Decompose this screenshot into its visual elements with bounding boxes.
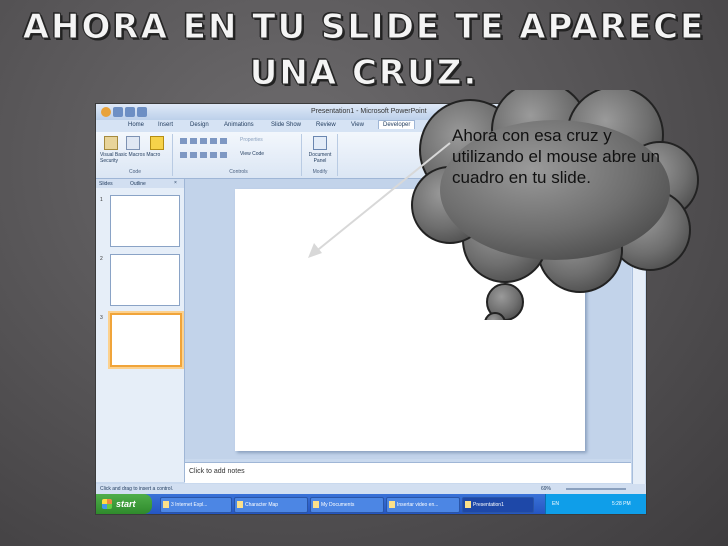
system-tray: EN 5:28 PM xyxy=(545,494,646,514)
tab-insert[interactable]: Insert xyxy=(158,122,173,128)
tab-view[interactable]: View xyxy=(351,122,364,128)
save-icon[interactable] xyxy=(113,107,123,117)
office-button-icon[interactable] xyxy=(101,107,111,117)
charmap-icon xyxy=(237,501,243,508)
windows-taskbar: start 3 Internet Expl... Character Map M… xyxy=(96,494,646,514)
taskbar-presentation1[interactable]: Presentation1 xyxy=(462,497,534,513)
undo-icon[interactable] xyxy=(125,107,135,117)
more-controls-icon[interactable] xyxy=(220,152,227,158)
notes-placeholder: Click to add notes xyxy=(189,468,245,475)
quick-access-toolbar[interactable] xyxy=(100,105,180,119)
folder-icon xyxy=(313,501,319,508)
slides-panel: Slides Outline × 1 2 3 xyxy=(96,179,185,482)
listbox-control-icon[interactable] xyxy=(220,138,227,144)
group-code: Visual Basic Macros Macro Security Code xyxy=(98,134,173,176)
properties-button[interactable]: Properties xyxy=(240,137,263,143)
group-controls-label: Controls xyxy=(229,169,248,175)
option-control-icon[interactable] xyxy=(190,152,197,158)
language-indicator[interactable]: EN xyxy=(552,501,559,507)
slide-thumbnail-3[interactable] xyxy=(110,313,182,367)
view-code-button[interactable]: View Code xyxy=(240,151,264,157)
panel-tabs: Slides Outline × xyxy=(96,179,184,188)
status-bar: Click and drag to insert a control. 69% xyxy=(96,484,646,494)
image-control-icon[interactable] xyxy=(210,138,217,144)
group-code-label: Code xyxy=(129,169,141,175)
macros-icon[interactable] xyxy=(126,136,140,150)
visual-basic-icon[interactable] xyxy=(104,136,118,150)
slide-title-line-1: AHORA EN TU SLIDE TE APARECE xyxy=(22,7,706,48)
zoom-slider[interactable] xyxy=(566,488,626,490)
toggle-control-icon[interactable] xyxy=(200,152,207,158)
scrollbar-control-icon[interactable] xyxy=(210,152,217,158)
code-items: Visual Basic Macros Macro Security xyxy=(100,152,170,164)
tab-slide-show[interactable]: Slide Show xyxy=(271,122,301,128)
taskbar-label: Presentation1 xyxy=(473,502,504,508)
notes-pane[interactable]: Click to add notes xyxy=(185,462,631,483)
word-icon xyxy=(389,501,395,508)
slide-thumbnail-1[interactable] xyxy=(110,195,180,247)
start-label: start xyxy=(116,499,136,509)
slide-number: 2 xyxy=(100,256,103,262)
label-control-icon[interactable] xyxy=(180,138,187,144)
tab-animations[interactable]: Animations xyxy=(224,122,254,128)
slide-thumbnail-2[interactable] xyxy=(110,254,180,306)
redo-icon[interactable] xyxy=(137,107,147,117)
windows-logo-icon xyxy=(102,499,112,509)
checkbox-control-icon[interactable] xyxy=(180,152,187,158)
macros-label[interactable]: Macros xyxy=(129,152,145,158)
tab-design[interactable]: Design xyxy=(190,122,209,128)
taskbar-label: Character Map xyxy=(245,502,279,508)
group-controls: Properties View Code Controls xyxy=(176,134,302,176)
zoom-level[interactable]: 69% xyxy=(541,486,551,492)
taskbar-label: Insertar video en... xyxy=(397,502,439,508)
ie-icon xyxy=(163,501,169,508)
tab-slides[interactable]: Slides xyxy=(99,181,113,187)
slide-number: 3 xyxy=(100,315,103,321)
status-text: Click and drag to insert a control. xyxy=(100,486,174,492)
tab-outline[interactable]: Outline xyxy=(130,181,146,187)
taskbar-label: My Documents xyxy=(321,502,355,508)
powerpoint-icon xyxy=(465,501,471,508)
tab-home[interactable]: Home xyxy=(128,122,144,128)
taskbar-label: 3 Internet Expl... xyxy=(171,502,208,508)
taskbar-insertar-video[interactable]: Insertar video en... xyxy=(386,497,460,513)
taskbar-character-map[interactable]: Character Map xyxy=(234,497,308,513)
taskbar-my-documents[interactable]: My Documents xyxy=(310,497,384,513)
slide-title-line-2: UNA CRUZ. xyxy=(249,53,479,94)
taskbar-internet-explorer[interactable]: 3 Internet Expl... xyxy=(160,497,232,513)
arrow-head-icon xyxy=(308,243,322,258)
textbox-control-icon[interactable] xyxy=(190,138,197,144)
callout-text: Ahora con esa cruz y utilizando el mouse… xyxy=(452,126,660,187)
tab-review[interactable]: Review xyxy=(316,122,336,128)
start-button[interactable]: start xyxy=(96,494,152,514)
button-control-icon[interactable] xyxy=(200,138,207,144)
callout-arrow xyxy=(308,142,451,258)
clock: 5:28 PM xyxy=(612,501,631,507)
panel-close-icon[interactable]: × xyxy=(174,180,177,186)
macro-security-icon[interactable] xyxy=(150,136,164,150)
slide-number: 1 xyxy=(100,197,103,203)
